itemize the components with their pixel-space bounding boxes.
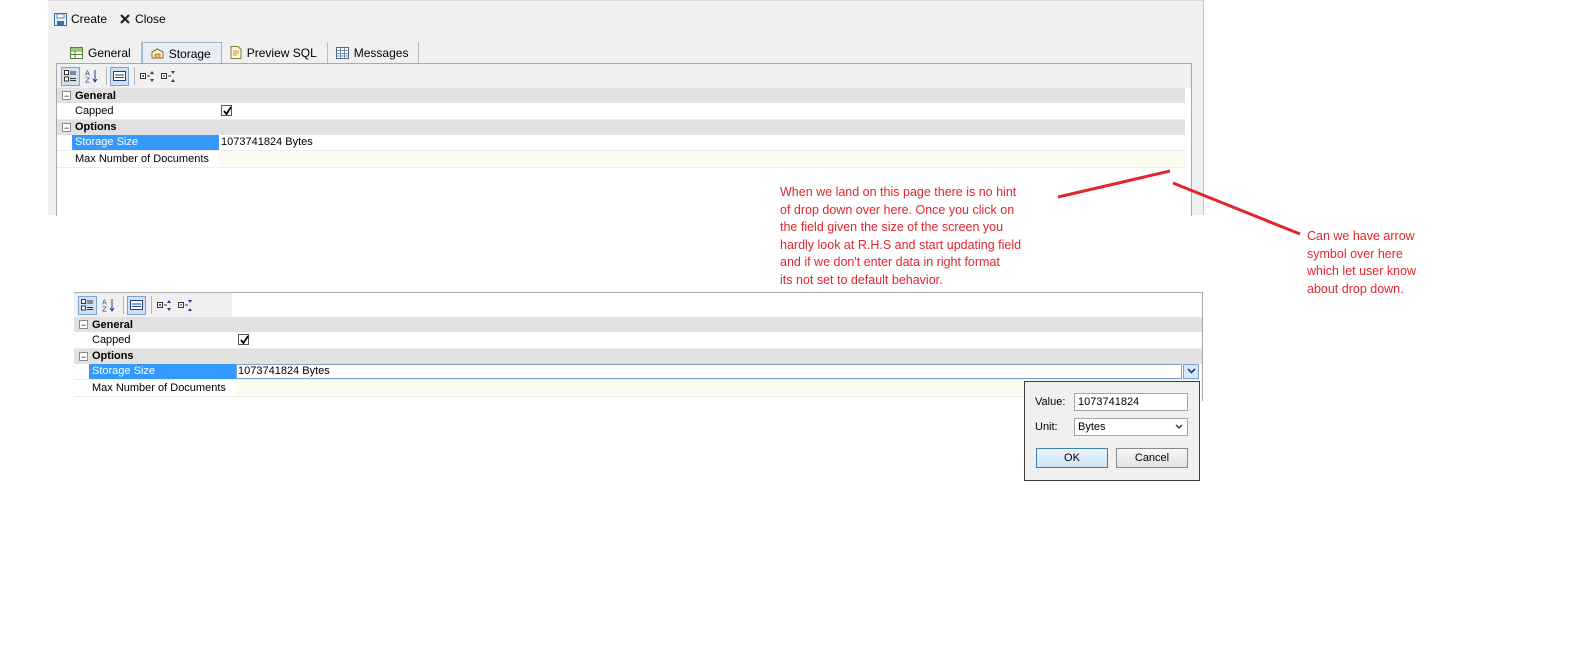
close-icon bbox=[119, 13, 131, 25]
property-row-storage-size[interactable]: Storage Size 1073741824 Bytes bbox=[57, 134, 1185, 151]
create-button[interactable]: Create bbox=[54, 12, 107, 26]
tab-general-label: General bbox=[88, 45, 131, 60]
tab-general[interactable]: General bbox=[62, 42, 142, 63]
sql-icon bbox=[230, 46, 242, 59]
grid-icon bbox=[335, 46, 349, 59]
category-options[interactable]: − Options bbox=[57, 119, 1185, 135]
capped-checkbox[interactable] bbox=[221, 105, 232, 117]
save-icon bbox=[54, 12, 67, 26]
storage-size-label: Storage Size bbox=[72, 134, 219, 150]
category-general[interactable]: − General bbox=[57, 88, 1185, 103]
categorized-icon[interactable] bbox=[61, 66, 80, 86]
chevron-down-icon bbox=[1175, 424, 1183, 430]
annotation-note-2: Can we have arrow symbol over here which… bbox=[1307, 229, 1417, 296]
capped-checkbox[interactable] bbox=[238, 334, 249, 346]
description-icon[interactable] bbox=[127, 295, 146, 315]
capped-label: Capped bbox=[92, 333, 131, 346]
svg-text:Z: Z bbox=[102, 306, 107, 313]
tab-storage[interactable]: Storage bbox=[141, 42, 222, 64]
alphabetical-icon[interactable]: AZ bbox=[82, 67, 101, 86]
chevron-down-icon bbox=[1186, 368, 1196, 374]
expand-all-icon[interactable] bbox=[138, 67, 157, 86]
close-button[interactable]: Close bbox=[119, 12, 166, 26]
collapse-all-icon[interactable] bbox=[159, 67, 178, 86]
storage-size-input[interactable]: 1073741824 Bytes bbox=[236, 363, 1182, 379]
property-toolbar: AZ bbox=[74, 293, 232, 317]
max-docs-label: Max Number of Documents bbox=[75, 152, 209, 165]
property-row-capped: Capped bbox=[74, 332, 1202, 349]
property-row-storage-size[interactable]: Storage Size 1073741824 Bytes bbox=[74, 363, 1202, 380]
top-editor-window: Create Close General Storage Preview SQL… bbox=[48, 0, 1204, 216]
unit-label: Unit: bbox=[1035, 421, 1058, 433]
unit-select-value: Bytes bbox=[1078, 421, 1106, 433]
toolbar-separator bbox=[106, 67, 107, 85]
property-row-max-docs[interactable]: Max Number of Documents bbox=[57, 151, 1185, 168]
storage-size-label: Storage Size bbox=[89, 363, 236, 379]
annotation-note-1: When we land on this page there is no hi… bbox=[780, 185, 1022, 287]
category-options-label: Options bbox=[75, 121, 117, 133]
property-toolbar: AZ bbox=[57, 64, 1191, 88]
collapse-all-icon[interactable] bbox=[176, 296, 195, 315]
cancel-button[interactable]: Cancel bbox=[1116, 448, 1188, 468]
svg-text:Z: Z bbox=[85, 77, 90, 84]
main-toolbar: Create Close bbox=[48, 9, 172, 29]
toolbar-separator bbox=[123, 296, 124, 314]
capped-value-cell bbox=[236, 332, 1202, 348]
category-options-label: Options bbox=[92, 350, 134, 362]
tab-bar: General Storage Preview SQL Messages bbox=[62, 42, 420, 64]
expand-all-icon[interactable] bbox=[155, 296, 174, 315]
max-docs-value[interactable] bbox=[219, 151, 1185, 167]
category-general[interactable]: − General bbox=[74, 317, 1202, 332]
value-input[interactable]: 1073741824 bbox=[1074, 393, 1188, 411]
tab-storage-label: Storage bbox=[168, 46, 211, 61]
tab-preview-sql[interactable]: Preview SQL bbox=[222, 42, 328, 63]
toolbar-separator bbox=[151, 296, 152, 314]
storage-size-popup: Value: 1073741824 Unit: Bytes OK Cancel bbox=[1024, 381, 1200, 481]
collapse-toggle-icon[interactable]: − bbox=[79, 351, 88, 361]
table-icon bbox=[70, 46, 83, 59]
collapse-toggle-icon[interactable]: − bbox=[62, 91, 71, 101]
close-label: Close bbox=[135, 12, 166, 26]
collapse-toggle-icon[interactable]: − bbox=[79, 320, 88, 330]
storage-size-editor: 1073741824 Bytes bbox=[236, 363, 1202, 380]
value-label: Value: bbox=[1035, 396, 1066, 408]
ok-button[interactable]: OK bbox=[1036, 448, 1108, 468]
categorized-icon[interactable] bbox=[78, 295, 97, 315]
capped-value-cell bbox=[219, 103, 1185, 119]
category-general-label: General bbox=[92, 318, 133, 331]
tab-messages-label: Messages bbox=[353, 45, 409, 60]
tab-messages[interactable]: Messages bbox=[328, 42, 420, 63]
category-options[interactable]: − Options bbox=[74, 348, 1202, 364]
property-row-capped: Capped bbox=[57, 103, 1185, 120]
max-docs-label: Max Number of Documents bbox=[92, 381, 226, 394]
description-icon[interactable] bbox=[110, 66, 129, 86]
toolbar-separator bbox=[134, 67, 135, 85]
collapse-toggle-icon[interactable]: − bbox=[62, 122, 71, 132]
create-label: Create bbox=[71, 12, 108, 26]
storage-size-dropdown-button[interactable] bbox=[1183, 363, 1199, 379]
alphabetical-icon[interactable]: AZ bbox=[99, 296, 118, 315]
tab-preview-sql-label: Preview SQL bbox=[246, 45, 317, 60]
storage-size-value[interactable]: 1073741824 Bytes bbox=[219, 135, 1185, 151]
category-general-label: General bbox=[75, 89, 116, 102]
property-grid: − General Capped − Options Storage Size … bbox=[57, 88, 1185, 168]
storage-icon bbox=[151, 47, 164, 60]
unit-select[interactable]: Bytes bbox=[1074, 418, 1188, 436]
capped-label: Capped bbox=[75, 104, 114, 117]
